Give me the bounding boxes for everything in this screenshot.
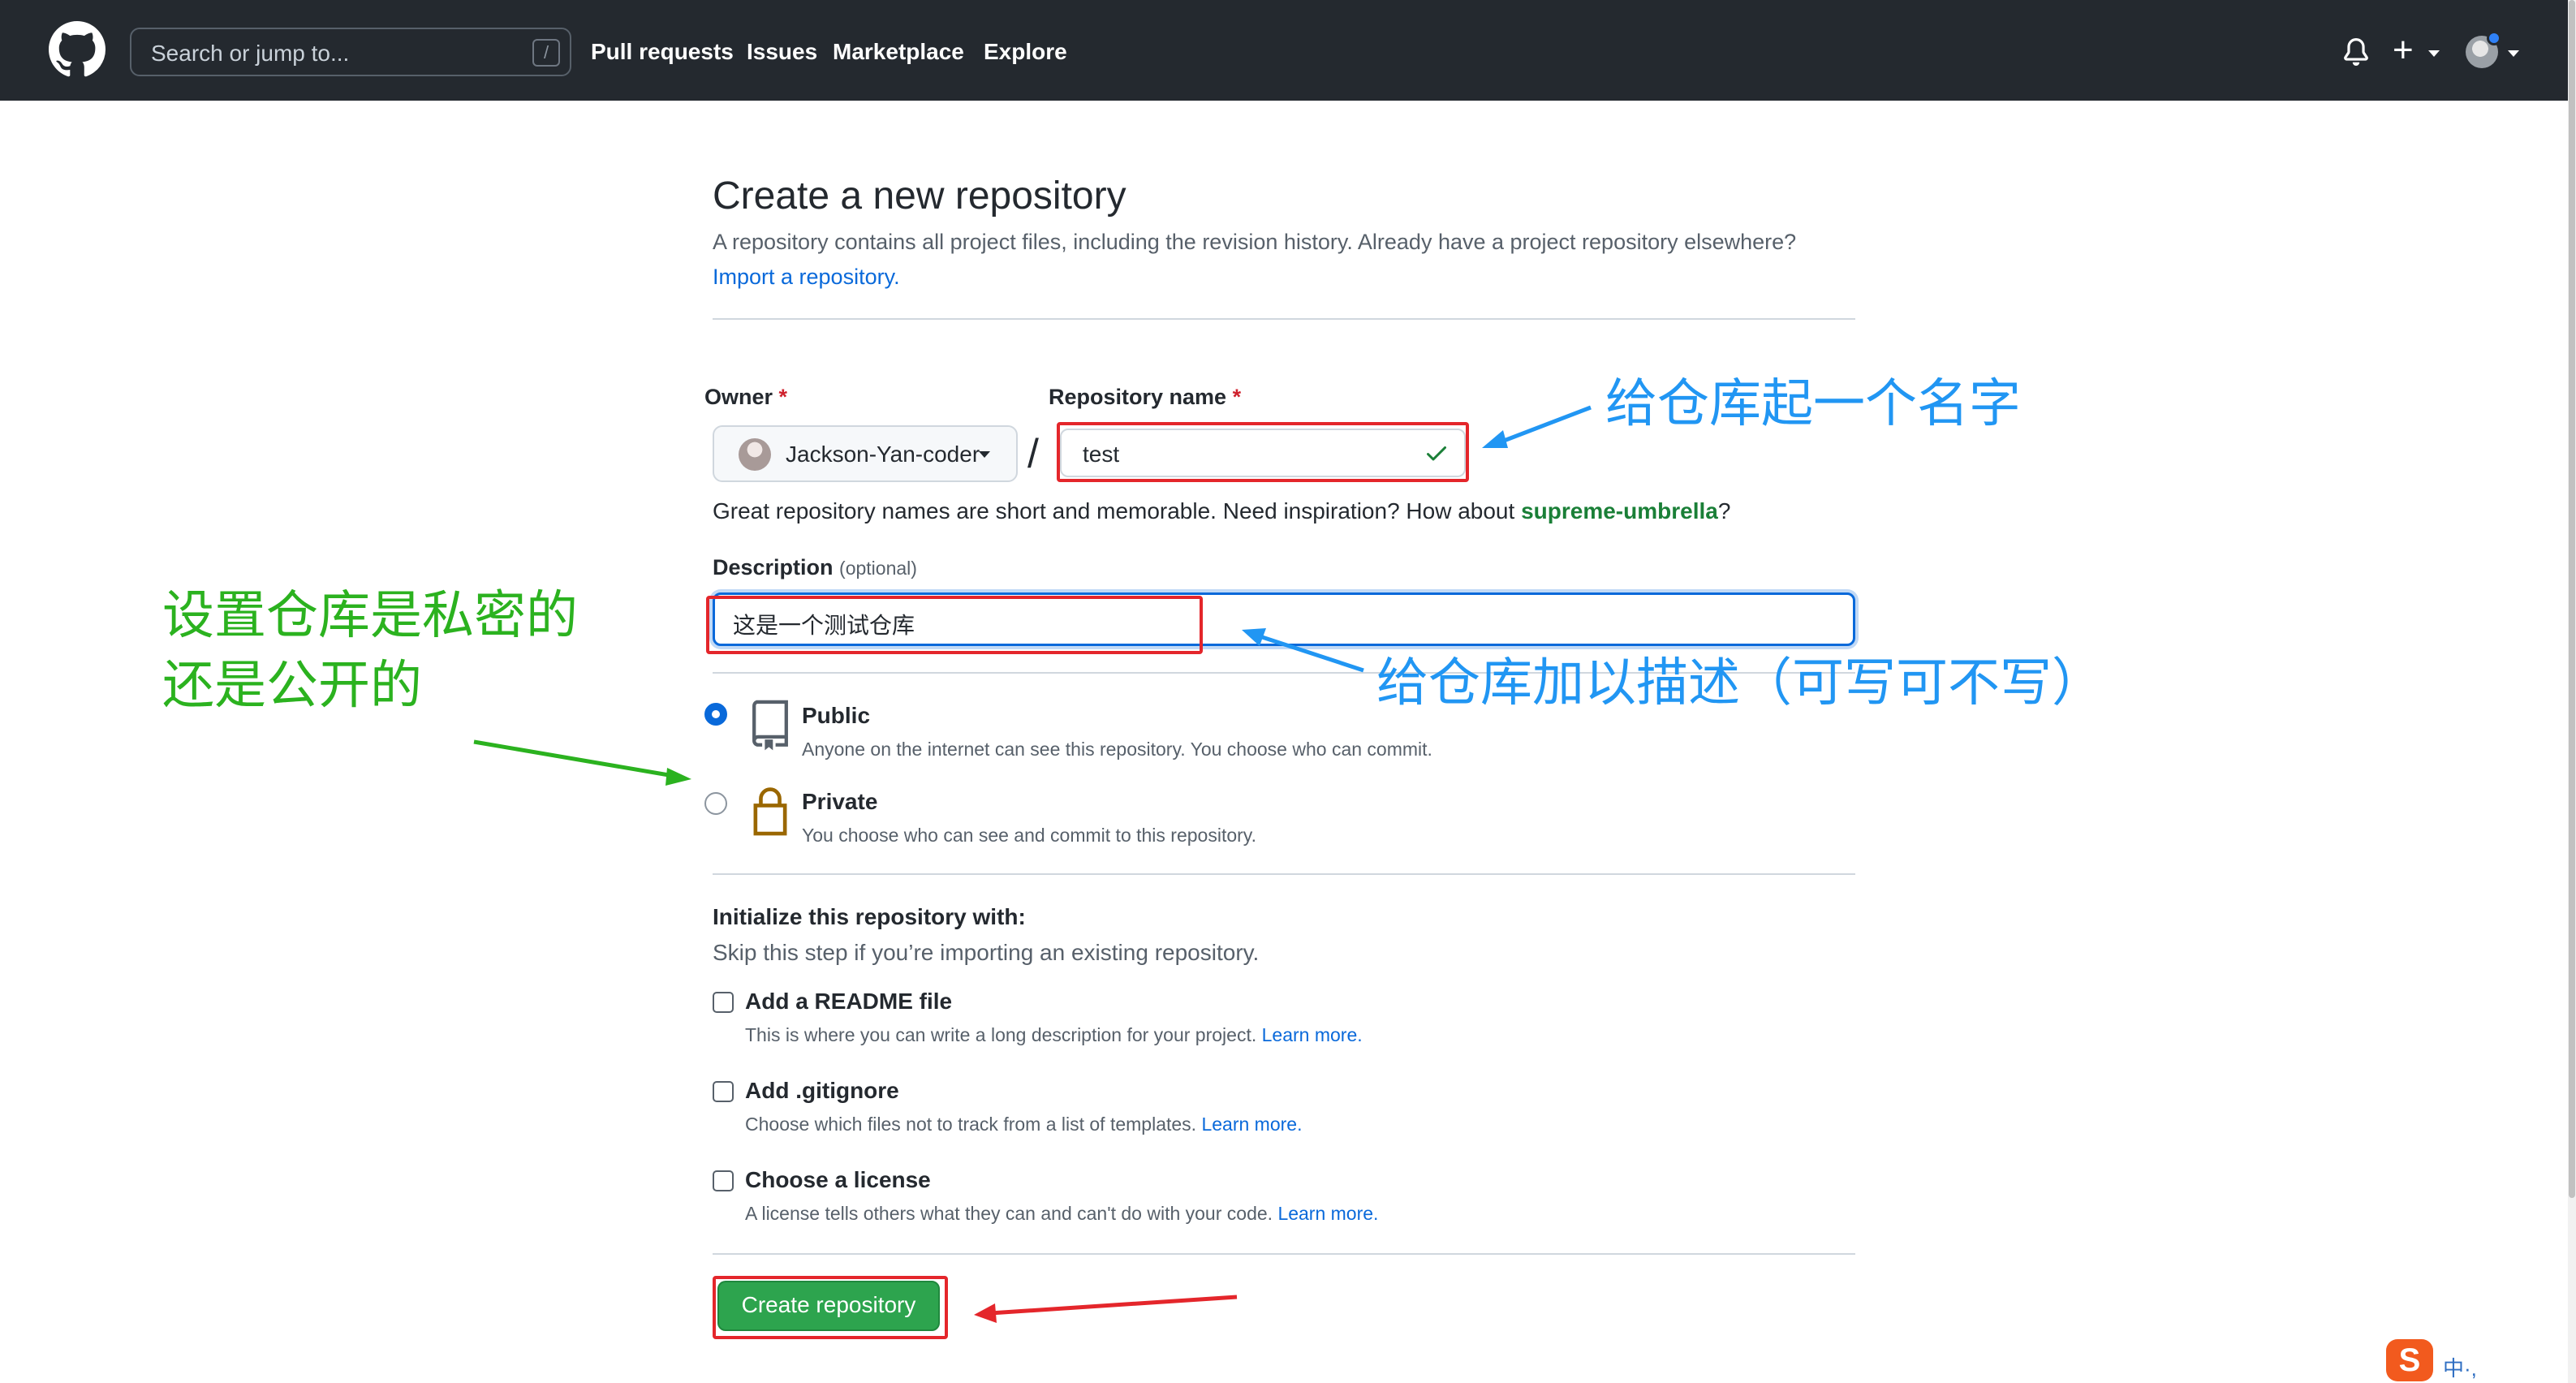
divider (713, 1253, 1855, 1255)
owner-name: Jackson-Yan-coder (786, 442, 980, 467)
readme-description: This is where you can write a long descr… (745, 1024, 1363, 1046)
search-placeholder: Search or jump to... (151, 41, 350, 66)
owner-label-text: Owner (704, 385, 773, 409)
github-logo-icon[interactable] (49, 21, 106, 78)
gitignore-checkbox[interactable] (713, 1081, 734, 1102)
learn-more-link[interactable]: Learn more. (1277, 1203, 1378, 1224)
chevron-down-icon (979, 451, 990, 458)
notification-dot (2487, 31, 2501, 45)
arrow-to-create-button (974, 1295, 1238, 1323)
annotation-visibility-line1: 设置仓库是私密的 (162, 586, 578, 646)
annotation-highlight-box (706, 596, 1203, 654)
chevron-down-icon[interactable] (2428, 50, 2440, 57)
private-radio[interactable] (704, 792, 727, 815)
private-description: You choose who can see and commit to thi… (802, 825, 1256, 846)
name-suggestion-link[interactable]: supreme-umbrella (1521, 498, 1718, 523)
ime-status[interactable]: 中·, (2443, 1352, 2477, 1382)
lock-icon (753, 787, 787, 836)
page-title: Create a new repository (713, 174, 1126, 218)
nav-explore[interactable]: Explore (984, 39, 1067, 65)
scrollbar-thumb[interactable] (2569, 0, 2575, 1198)
chevron-down-icon[interactable] (2508, 50, 2519, 57)
gitignore-desc-text: Choose which files not to track from a l… (745, 1114, 1197, 1135)
optional-note: (optional) (839, 558, 917, 579)
global-header: Search or jump to... / Pull requests Iss… (0, 0, 2568, 101)
public-title: Public (802, 703, 871, 728)
nav-marketplace[interactable]: Marketplace (833, 39, 964, 65)
annotation-visibility-line2: 还是公开的 (162, 656, 422, 716)
required-mark: * (1232, 385, 1242, 409)
description-label: Description (optional) (713, 555, 917, 580)
annotation-highlight-box (1057, 422, 1469, 482)
readme-checkbox[interactable] (713, 992, 734, 1013)
arrow-to-repo-name (1482, 405, 1592, 448)
learn-more-link[interactable]: Learn more. (1201, 1114, 1302, 1135)
license-desc-text: A license tells others what they can and… (745, 1203, 1273, 1224)
sogou-ime-icon[interactable]: S (2386, 1339, 2433, 1381)
create-new-plus-icon[interactable]: + (2393, 29, 2414, 71)
learn-more-link[interactable]: Learn more. (1262, 1024, 1363, 1045)
hint-suffix: ? (1717, 498, 1731, 523)
bell-icon[interactable] (2342, 37, 2370, 67)
initialize-title: Initialize this repository with: (713, 904, 1026, 929)
required-mark: * (778, 385, 788, 409)
arrow-to-visibility (473, 739, 691, 786)
annotation-name: 给仓库起一个名字 (1605, 374, 2021, 434)
hint-text: Great repository names are short and mem… (713, 498, 1522, 523)
annotation-description: 给仓库加以描述（可写可不写） (1376, 653, 2104, 713)
initialize-subtitle: Skip this step if you’re importing an ex… (713, 940, 1260, 965)
gitignore-title: Add .gitignore (745, 1078, 899, 1103)
repo-name-hint: Great repository names are short and mem… (713, 498, 1730, 524)
owner-select[interactable]: Jackson-Yan-coder (713, 425, 1018, 482)
repo-name-label-text: Repository name (1049, 385, 1227, 409)
description-label-text: Description (713, 555, 834, 579)
private-title: Private (802, 789, 878, 814)
readme-title: Add a README file (745, 989, 953, 1014)
import-repository-link[interactable]: Import a repository. (713, 265, 900, 290)
public-radio[interactable] (704, 703, 727, 726)
readme-desc-text: This is where you can write a long descr… (745, 1024, 1257, 1045)
divider (713, 318, 1855, 320)
annotation-visibility: 设置仓库是私密的 还是公开的 (162, 581, 578, 721)
license-checkbox[interactable] (713, 1170, 734, 1191)
gitignore-description: Choose which files not to track from a l… (745, 1114, 1302, 1135)
license-title: Choose a license (745, 1167, 931, 1192)
repo-icon (752, 700, 788, 751)
search-input[interactable]: Search or jump to... / (130, 28, 571, 76)
owner-avatar (739, 438, 771, 471)
page-subtitle: A repository contains all project files,… (713, 230, 1797, 254)
nav-issues[interactable]: Issues (747, 39, 817, 65)
annotation-highlight-box (713, 1276, 948, 1339)
nav-pull-requests[interactable]: Pull requests (591, 39, 734, 65)
owner-repo-separator: / (1027, 431, 1039, 476)
public-description: Anyone on the internet can see this repo… (802, 739, 1432, 760)
divider (713, 873, 1855, 875)
owner-label: Owner * (704, 385, 787, 410)
repo-name-label: Repository name * (1049, 385, 1241, 410)
slash-key-hint: / (532, 39, 560, 67)
license-description: A license tells others what they can and… (745, 1203, 1378, 1225)
